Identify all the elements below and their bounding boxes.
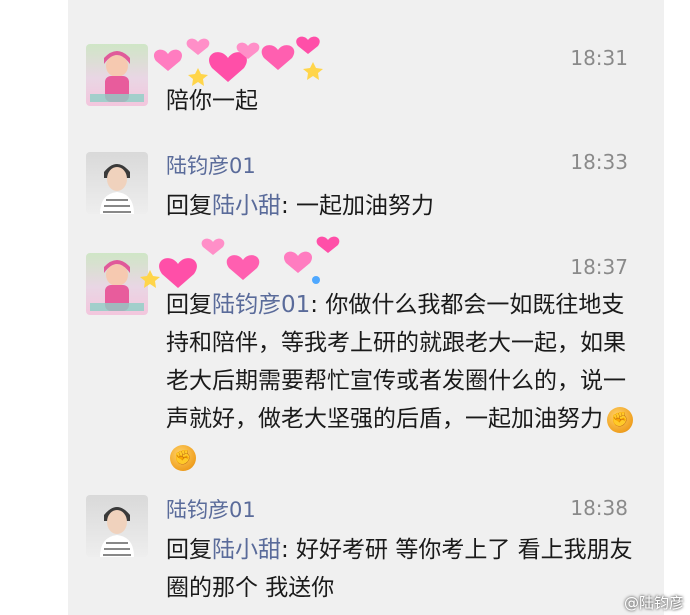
reply-target-link[interactable]: 陆小甜 bbox=[212, 193, 281, 219]
avatar[interactable] bbox=[86, 495, 148, 557]
timestamp: 18:33 bbox=[570, 150, 628, 174]
watermark: @陆钧彦 bbox=[623, 594, 684, 612]
comment-text: 陪你一起 bbox=[166, 88, 258, 114]
reply-target-link[interactable]: 陆钧彦01 bbox=[212, 292, 310, 318]
timestamp: 18:31 bbox=[570, 46, 628, 70]
timestamp: 18:38 bbox=[570, 496, 628, 520]
child-photo-icon bbox=[90, 51, 144, 102]
child-photo-icon bbox=[90, 260, 144, 311]
comment-text: 回复陆钧彦01: 你做什么我都会一如既往地支持和陪伴，等我考上研的就跟老大一起，… bbox=[166, 286, 636, 476]
person-photo-icon bbox=[100, 164, 134, 214]
comment-text: 回复陆小甜: 好好考研 等你考上了 看上我朋友圈的那个 我送你 bbox=[166, 537, 633, 601]
timestamp: 18:37 bbox=[570, 255, 628, 279]
avatar[interactable] bbox=[86, 44, 148, 106]
person-photo-icon bbox=[100, 507, 134, 557]
reply-target-link[interactable]: 陆小甜 bbox=[212, 537, 281, 563]
comment-panel: 18:31 陪你一起 陆钧彦01 18:33 回复陆小甜: 一起加油努力 18:… bbox=[68, 0, 664, 615]
sender-name[interactable]: 陆钧彦01 bbox=[166, 494, 256, 524]
comment-text: 回复陆小甜: 一起加油努力 bbox=[166, 193, 435, 219]
fist-emoji-icon: ✊ bbox=[170, 444, 196, 471]
fist-emoji-icon: ✊ bbox=[607, 406, 633, 433]
sender-name[interactable]: 陆钧彦01 bbox=[166, 150, 256, 180]
avatar[interactable] bbox=[86, 152, 148, 214]
avatar[interactable] bbox=[86, 253, 148, 315]
